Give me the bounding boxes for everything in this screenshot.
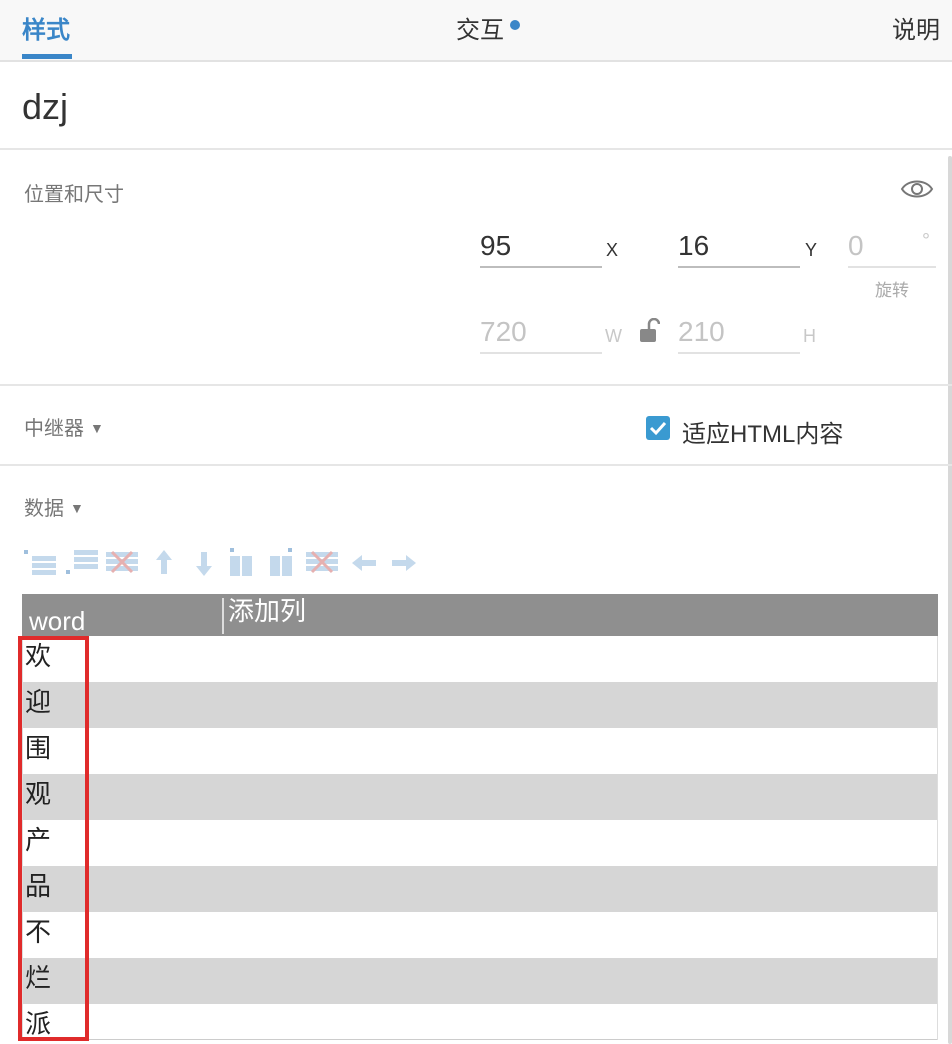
tab-interaction-label: 交互 [456,17,504,44]
panel-tabs: 样式 交互 说明 [0,0,952,62]
fit-html-label[interactable]: 适应HTML内容 [682,414,843,449]
rotation-degree-unit: ° [922,230,930,252]
add-column-button[interactable]: 添加列 [228,590,306,632]
data-dropdown[interactable]: 数据 ▼ [24,492,84,521]
table-cell[interactable]: 欢 [25,636,51,676]
table-row[interactable]: 派 [23,1004,937,1040]
section-divider [0,464,952,466]
table-row[interactable]: 观 [23,774,937,820]
x-label: X [606,240,619,260]
move-down-icon[interactable] [188,548,220,578]
position-size-title: 位置和尺寸 [24,184,124,206]
table-row[interactable]: 不 [23,912,937,958]
delete-row-icon[interactable] [106,548,138,578]
tab-notes[interactable]: 说明 [892,14,940,48]
insert-row-above-icon[interactable] [24,548,56,578]
table-cell[interactable]: 围 [25,728,51,768]
tab-interaction[interactable]: 交互 [456,14,520,48]
insert-row-below-icon[interactable] [66,548,98,578]
data-title: 数据 [24,498,64,520]
height-label: H [803,326,816,346]
table-row[interactable]: 围 [23,728,937,774]
insert-column-left-icon[interactable] [226,548,258,578]
lock-open-icon[interactable] [640,318,660,344]
table-row[interactable]: 产 [23,820,937,866]
table-cell[interactable]: 派 [25,1004,51,1044]
caret-down-icon: ▼ [90,420,104,436]
table-cell[interactable]: 迎 [25,682,51,722]
table-row[interactable]: 品 [23,866,937,912]
widget-name-row: dzj [0,62,952,150]
caret-down-icon: ▼ [70,500,84,516]
table-body: 欢 迎 围 观 产 品 不 烂 派 [22,636,938,1040]
x-input[interactable]: 95 [480,226,602,268]
table-header: word 添加列 [22,594,938,636]
interaction-indicator-dot [510,20,520,30]
widget-name-field[interactable]: dzj [22,86,68,128]
column-separator[interactable] [222,598,224,634]
fit-html-checkbox[interactable] [646,416,670,440]
width-input[interactable]: 720 [480,312,602,354]
move-right-icon[interactable] [388,548,420,578]
move-left-icon[interactable] [348,548,380,578]
section-divider [0,384,952,386]
table-row[interactable]: 烂 [23,958,937,1004]
active-tab-indicator [22,54,72,59]
insert-column-right-icon[interactable] [266,548,298,578]
repeater-data-table: word 添加列 欢 迎 围 观 产 品 不 烂 派 [22,594,938,1044]
checkmark-icon [649,421,667,436]
table-cell[interactable]: 不 [25,912,51,952]
table-cell[interactable]: 产 [25,820,51,860]
table-cell[interactable]: 观 [25,774,51,814]
delete-column-icon[interactable] [306,548,338,578]
y-label: Y [805,240,818,260]
rotation-label: 旋转 [875,281,909,300]
table-cell[interactable]: 烂 [25,958,51,998]
y-input[interactable]: 16 [678,226,800,268]
repeater-dropdown[interactable]: 中继器 ▼ [24,412,104,441]
tab-style[interactable]: 样式 [22,14,70,48]
height-input[interactable]: 210 [678,312,800,354]
eye-icon[interactable] [900,176,934,202]
table-row[interactable]: 欢 [23,636,937,682]
table-cell[interactable]: 品 [25,866,51,906]
width-label: W [605,326,622,346]
panel-scrollbar[interactable] [948,156,952,1044]
move-up-icon[interactable] [148,548,180,578]
table-row[interactable]: 迎 [23,682,937,728]
repeater-title: 中继器 [24,418,84,440]
